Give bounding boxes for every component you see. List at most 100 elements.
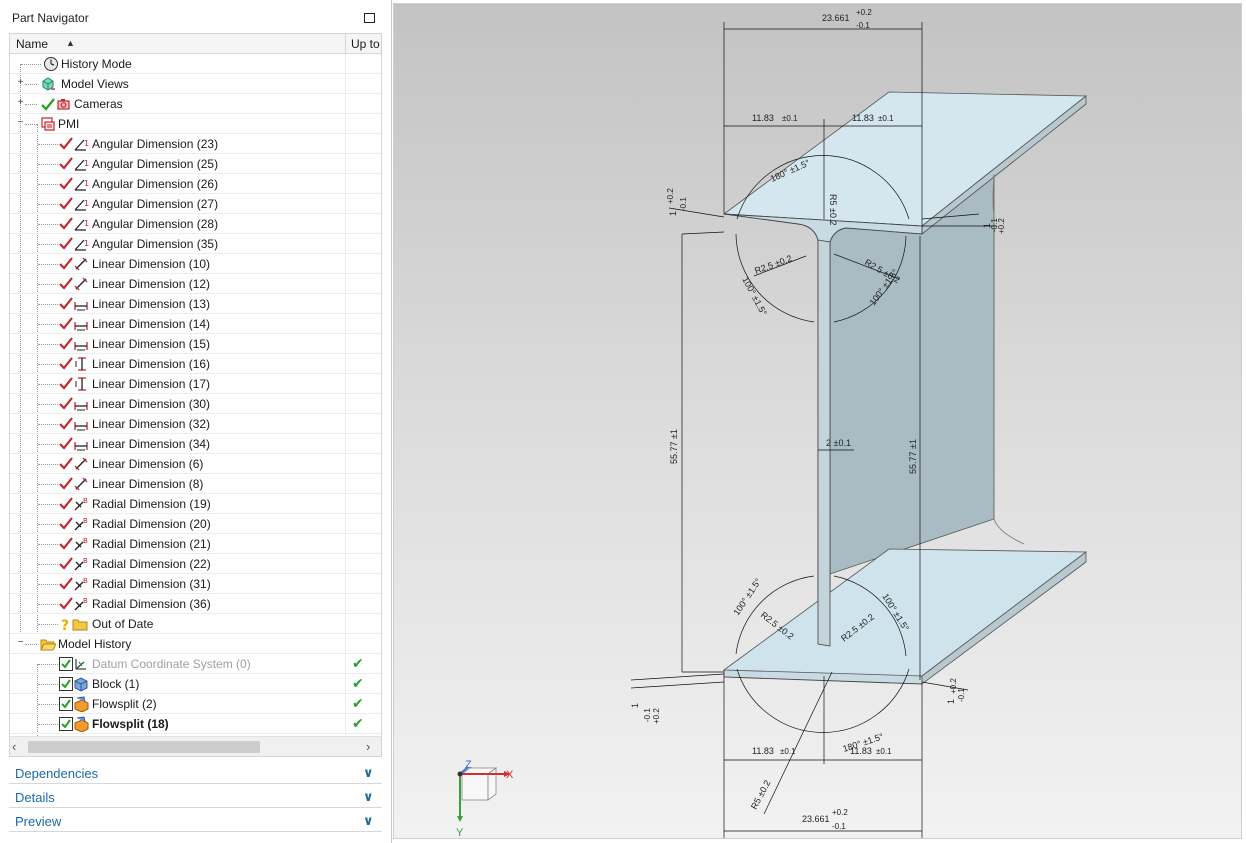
dim-fillet-left[interactable]: R2.5 ±0.2 — [753, 253, 793, 276]
tree-row-datum-coordinate-system[interactable]: Datum Coordinate System (0) ✔ — [10, 654, 381, 674]
tree-row-radial-dimension[interactable]: B Radial Dimension (22) — [10, 554, 381, 574]
model-scene[interactable]: 23.661 +0.2 -0.1 11.83 ±0.1 11.83 ±0.1 1… — [394, 4, 1242, 839]
dim-height-right[interactable]: 55.77 ±1 — [908, 439, 918, 474]
tree-row-linear-dimension[interactable]: Linear Dimension (34) — [10, 434, 381, 454]
checkbox-checked-icon[interactable] — [58, 696, 74, 712]
dim-angle-left[interactable]: 100° ±1.5° — [740, 275, 769, 317]
tree-row-angular-dimension[interactable]: 1 Angular Dimension (26) — [10, 174, 381, 194]
tree-row-block[interactable]: Block (1) ✔ — [10, 674, 381, 694]
tree-row-label: Radial Dimension (31) — [92, 577, 211, 591]
linear-dimension-horizontal-icon — [74, 402, 88, 411]
tree-body: History Mode + Model Views + Cameras − P… — [10, 54, 381, 754]
scroll-left-icon[interactable]: ‹ — [12, 739, 16, 754]
dim-top-half-left[interactable]: 11.83 — [752, 113, 774, 123]
tree-row-angular-dimension[interactable]: 1 Angular Dimension (27) — [10, 194, 381, 214]
linear-dimension-horizontal-icon — [74, 442, 88, 451]
checkbox-checked-icon[interactable] — [58, 716, 74, 732]
tree-row-angular-dimension[interactable]: 1 Angular Dimension (28) — [10, 214, 381, 234]
dim-bottom-width[interactable]: 23.661 — [802, 814, 830, 824]
view-triad[interactable]: X Y Z — [456, 759, 514, 839]
section-details[interactable]: Details ∨ — [9, 786, 382, 808]
dim-web[interactable]: 2 ±0.1 — [826, 438, 851, 448]
tree-row-linear-dimension[interactable]: Linear Dimension (15) — [10, 334, 381, 354]
pmi-check-icon — [59, 237, 73, 250]
horizontal-scrollbar[interactable]: ‹ › — [10, 736, 381, 756]
dim-left-flange[interactable]: 1 — [668, 211, 678, 216]
tree-row-label: Block (1) — [92, 677, 140, 691]
collapse-icon[interactable]: − — [16, 118, 25, 128]
expand-icon[interactable]: + — [16, 78, 25, 88]
tree-row-history-mode[interactable]: History Mode — [10, 54, 381, 74]
tree-row-radial-dimension[interactable]: B Radial Dimension (31) — [10, 574, 381, 594]
dim-bottom-angle-left[interactable]: 100° ±1.5° — [731, 576, 763, 617]
navigator-header: Part Navigator — [0, 0, 392, 34]
tree-row-linear-dimension[interactable]: Linear Dimension (6) — [10, 454, 381, 474]
column-up-to-date-header[interactable]: Up to — [351, 37, 380, 51]
section-preview[interactable]: Preview ∨ — [9, 810, 382, 832]
svg-text:B: B — [83, 577, 88, 585]
dim-bottom-right-flange[interactable]: 1 — [946, 699, 956, 704]
scrollbar-thumb[interactable] — [28, 741, 260, 753]
tree-row-out-of-date[interactable]: ? Out of Date — [10, 614, 381, 634]
dim-bottom-radius[interactable]: R5 ±0.2 — [749, 778, 773, 810]
svg-text:B: B — [83, 557, 88, 565]
tree-row-label: Linear Dimension (15) — [92, 337, 211, 351]
pmi-check-icon — [59, 457, 73, 470]
maximize-icon[interactable] — [364, 13, 375, 23]
dim-top-half-left-tol: ±0.1 — [782, 114, 798, 123]
checkbox-checked-icon[interactable] — [58, 676, 74, 692]
tree-row-linear-dimension[interactable]: Linear Dimension (13) — [10, 294, 381, 314]
tree-row-label: Linear Dimension (6) — [92, 457, 204, 471]
tree-row-angular-dimension[interactable]: 1 Angular Dimension (23) — [10, 134, 381, 154]
chevron-down-icon[interactable]: ∨ — [363, 789, 374, 805]
dim-bottom-half-right[interactable]: 11.83 — [850, 746, 872, 756]
tree-row-linear-dimension[interactable]: Linear Dimension (32) — [10, 414, 381, 434]
scroll-right-icon[interactable]: › — [366, 739, 370, 754]
open-folder-icon — [40, 639, 56, 651]
graphics-viewport[interactable]: 23.661 +0.2 -0.1 11.83 ±0.1 11.83 ±0.1 1… — [393, 3, 1242, 839]
tree-row-radial-dimension[interactable]: B Radial Dimension (36) — [10, 594, 381, 614]
column-name-header[interactable]: Name — [16, 37, 48, 51]
dim-height-left[interactable]: 55.77 ±1 — [669, 429, 679, 464]
tree-row-radial-dimension[interactable]: B Radial Dimension (21) — [10, 534, 381, 554]
tree-row-radial-dimension[interactable]: B Radial Dimension (19) — [10, 494, 381, 514]
axis-z-label: Z — [465, 759, 472, 771]
chevron-down-icon[interactable]: ∨ — [363, 813, 374, 829]
radial-dimension-icon: B — [74, 537, 88, 551]
tree-row-flowsplit[interactable]: Flowsplit (2) ✔ — [10, 694, 381, 714]
tree-row-pmi[interactable]: − PMI — [10, 114, 381, 134]
collapse-icon[interactable]: − — [16, 638, 25, 648]
tree-row-model-history[interactable]: − Model History — [10, 634, 381, 654]
tree-row-angular-dimension[interactable]: 1 Angular Dimension (35) — [10, 234, 381, 254]
expand-icon[interactable]: + — [16, 98, 25, 108]
checkbox-checked-icon[interactable] — [58, 656, 74, 672]
tree-row-linear-dimension[interactable]: Linear Dimension (16) — [10, 354, 381, 374]
tree-row-linear-dimension[interactable]: Linear Dimension (17) — [10, 374, 381, 394]
clock-icon — [44, 57, 58, 71]
tree-row-linear-dimension[interactable]: Linear Dimension (8) — [10, 474, 381, 494]
tree-row-label: History Mode — [61, 57, 132, 71]
dim-top-half-right[interactable]: 11.83 — [852, 113, 874, 123]
chevron-down-icon[interactable]: ∨ — [363, 765, 374, 781]
dim-bottom-left-flange-tol-minus: -0.1 — [643, 708, 652, 722]
tree-row-linear-dimension[interactable]: Linear Dimension (12) — [10, 274, 381, 294]
tree-row-linear-dimension[interactable]: Linear Dimension (10) — [10, 254, 381, 274]
section-dependencies[interactable]: Dependencies ∨ — [9, 762, 382, 784]
tree-row-linear-dimension[interactable]: Linear Dimension (14) — [10, 314, 381, 334]
pmi-check-icon — [59, 597, 73, 610]
tree-row-linear-dimension[interactable]: Linear Dimension (30) — [10, 394, 381, 414]
dim-top-radius[interactable]: R5 ±0.2 — [828, 194, 838, 225]
dim-bottom-right-flange-tol-minus: -0.1 — [957, 688, 966, 702]
dim-top-width[interactable]: 23.661 — [822, 13, 850, 23]
tree-row-cameras[interactable]: + Cameras — [10, 94, 381, 114]
tree-row-label: Linear Dimension (12) — [92, 277, 211, 291]
column-separator[interactable] — [345, 34, 346, 54]
tree-row-label: Radial Dimension (19) — [92, 497, 211, 511]
tree-row-angular-dimension[interactable]: 1 Angular Dimension (25) — [10, 154, 381, 174]
tree-row-radial-dimension[interactable]: B Radial Dimension (20) — [10, 514, 381, 534]
dim-bottom-half-left[interactable]: 11.83 — [752, 746, 774, 756]
tree-row-flowsplit-current[interactable]: Flowsplit (18) ✔ — [10, 714, 381, 734]
green-check-icon — [41, 98, 55, 111]
dim-bottom-left-flange[interactable]: 1 — [630, 703, 640, 708]
tree-row-model-views[interactable]: + Model Views — [10, 74, 381, 94]
